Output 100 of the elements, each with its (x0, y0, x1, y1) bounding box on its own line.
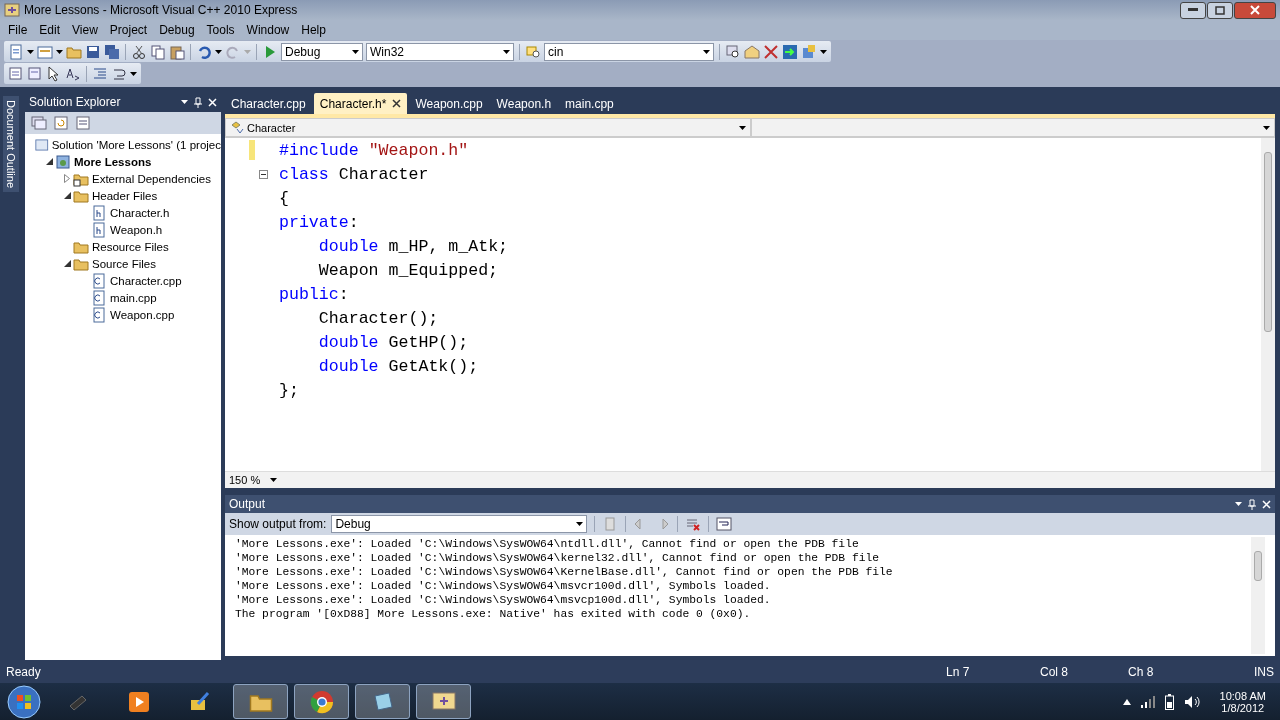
caret-icon (576, 522, 584, 526)
window-title: More Lessons - Microsoft Visual C++ 2010 Express (24, 3, 298, 17)
caret-icon (703, 49, 710, 54)
browser-icon (308, 688, 335, 715)
show-all-files-icon[interactable] (31, 115, 47, 131)
expand-arrow-icon[interactable] (64, 174, 70, 183)
file-tab[interactable]: Character.h* (313, 93, 408, 114)
zoom-dropdown[interactable]: 150 % (225, 474, 281, 486)
code-line: { (278, 188, 289, 208)
collapse-arrow-icon[interactable] (63, 260, 71, 267)
menu-item[interactable]: Project (103, 23, 154, 37)
scope-dropdown[interactable]: Character (225, 118, 751, 137)
pin-icon[interactable] (194, 96, 202, 108)
output-line: 'More Lessons.exe': Loaded 'C:\Windows\SysWOW64\ntdll.dll', Cannot find or open the PDB file (235, 537, 860, 551)
show-hidden-icons[interactable] (1122, 698, 1131, 705)
import-icon[interactable] (782, 43, 798, 60)
code-line: class Character (278, 164, 429, 184)
add-item-icon[interactable] (37, 43, 53, 60)
properties-icon[interactable] (75, 115, 91, 131)
class-icon (230, 120, 244, 135)
tree-item[interactable]: main.cpp (110, 291, 157, 304)
paste-icon[interactable] (169, 43, 185, 60)
scrollbar-thumb[interactable] (1254, 551, 1262, 581)
configuration-dropdown[interactable]: Debug (281, 42, 363, 61)
find-dropdown[interactable]: cin (544, 42, 714, 61)
tree-item[interactable]: Source Files (92, 257, 156, 270)
file-tab[interactable]: Weapon.h (490, 93, 558, 114)
caret-icon (1235, 502, 1242, 506)
pin-icon[interactable] (1248, 498, 1256, 510)
collapse-icon[interactable] (258, 169, 268, 179)
close-button[interactable] (1234, 1, 1276, 19)
tree-item[interactable]: Weapon.h (110, 223, 163, 236)
refresh-icon[interactable] (53, 115, 69, 131)
tools-icon[interactable] (763, 43, 779, 60)
collapse-arrow-icon[interactable] (45, 158, 53, 165)
code-line: #include "Weapon.h" (278, 140, 469, 160)
menu-item[interactable]: Debug (153, 23, 201, 37)
battery-icon[interactable] (1164, 693, 1174, 710)
caret-icon (181, 100, 188, 104)
find-symbol-icon[interactable] (725, 43, 741, 60)
tree-item[interactable]: Header Files (92, 189, 158, 202)
copy-icon[interactable] (150, 43, 166, 60)
indent-icon[interactable] (92, 65, 108, 82)
save-icon[interactable] (85, 43, 101, 60)
char-number: Ch 8 (1128, 664, 1155, 679)
tree-item[interactable]: Solution 'More Lessons' (1 projec (51, 138, 221, 151)
scissors-icon[interactable] (131, 43, 147, 60)
tree-item[interactable]: Resource Files (92, 240, 169, 253)
find-in-files-icon[interactable] (525, 43, 541, 60)
tree-item[interactable]: Weapon.cpp (110, 308, 175, 321)
file-tab[interactable]: main.cpp (559, 93, 620, 114)
menu-item[interactable]: Edit (33, 23, 67, 37)
close-icon[interactable] (392, 99, 402, 108)
taskbar-app[interactable] (416, 684, 471, 719)
code-line: double m_HP, m_Atk; (317, 236, 509, 256)
maximize-icon (1215, 5, 1225, 15)
speaker-icon[interactable] (1183, 694, 1200, 709)
signal-icon[interactable] (1140, 695, 1155, 708)
comment-icon[interactable] (8, 65, 24, 82)
tree-item[interactable]: External Dependencies (92, 172, 211, 185)
file-icon (91, 289, 107, 306)
clock-time[interactable]: 10:08 AM (1219, 689, 1266, 702)
clear-all-icon[interactable] (685, 516, 702, 532)
caret-icon (130, 71, 137, 76)
minimize-icon (1188, 8, 1198, 12)
word-wrap-icon[interactable] (716, 516, 733, 532)
platform-dropdown[interactable]: Win32 (366, 42, 514, 61)
menu-item[interactable]: Window (240, 23, 296, 37)
maximize-button[interactable] (1207, 1, 1233, 19)
visual-studio-icon (430, 690, 457, 713)
code-line: private: (278, 212, 359, 232)
output-line: 'More Lessons.exe': Loaded 'C:\Windows\SysWOW64\KernelBase.dll', Cannot find or open the PDB file (235, 565, 894, 579)
menu-item[interactable]: View (66, 23, 104, 37)
file-tab[interactable]: Character.cpp (225, 93, 312, 114)
extension-icon[interactable] (801, 43, 817, 60)
panel-title: Output (229, 497, 266, 511)
minimize-button[interactable] (1180, 1, 1206, 19)
clock-date[interactable]: 1/8/2012 (1221, 701, 1265, 714)
scrollbar-thumb[interactable] (1264, 152, 1272, 332)
document-outline-tab[interactable]: Document Outline (3, 96, 19, 193)
menu-item[interactable]: File (2, 23, 34, 37)
caret-icon (1263, 125, 1270, 130)
tree-item[interactable]: More Lessons (74, 155, 152, 168)
start-button[interactable] (4, 683, 44, 720)
file-icon (91, 204, 107, 221)
menu-item[interactable]: Tools (200, 23, 241, 37)
show-output-label: Show output from: (229, 517, 327, 531)
save-all-icon[interactable] (104, 43, 120, 60)
caret-icon (739, 125, 746, 130)
caret-icon (352, 49, 359, 54)
collapse-arrow-icon[interactable] (63, 192, 71, 199)
code-line: double GetHP(); (317, 332, 469, 352)
tree-item[interactable]: Character.cpp (110, 274, 182, 287)
menu-item[interactable]: Help (295, 23, 332, 37)
new-project-icon[interactable] (8, 43, 24, 60)
output-source-dropdown[interactable]: Debug (331, 515, 588, 533)
file-tab[interactable]: Weapon.cpp (409, 93, 489, 114)
caret-icon (820, 49, 827, 54)
tree-item[interactable]: Character.h (110, 206, 170, 219)
code-line: }; (278, 380, 299, 400)
